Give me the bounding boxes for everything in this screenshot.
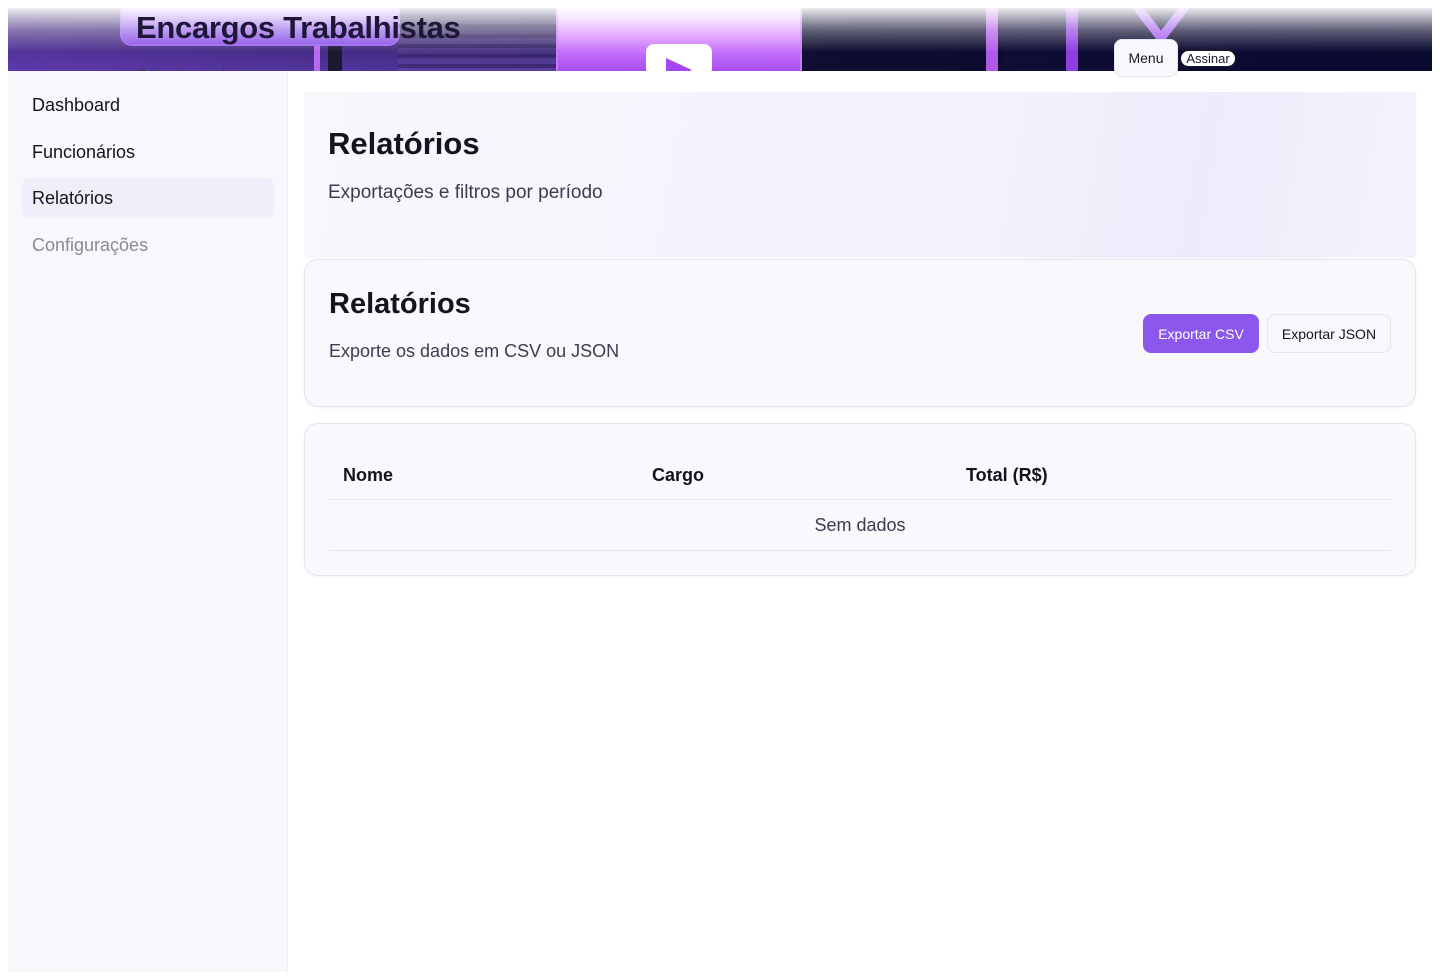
page-header: Relatórios Exportações e filtros por per… bbox=[304, 92, 1416, 258]
export-card: Relatórios Exporte os dados em CSV ou JS… bbox=[304, 259, 1416, 407]
column-header-cargo[interactable]: Cargo bbox=[652, 465, 704, 486]
export-json-button[interactable]: Exportar JSON bbox=[1267, 314, 1391, 353]
app-title: Encargos Trabalhistas bbox=[136, 10, 461, 45]
sidebar-item-funcionarios[interactable]: Funcionários bbox=[22, 132, 274, 172]
report-table-card: Nome Cargo Total (R$) Sem dados bbox=[304, 423, 1416, 576]
sidebar-item-configuracoes: Configurações bbox=[32, 234, 149, 255]
export-card-title: Relatórios bbox=[329, 288, 471, 320]
sidebar-item-relatorios[interactable]: Relatórios bbox=[22, 178, 274, 218]
sign-button[interactable]: Assinar bbox=[1180, 50, 1236, 67]
sidebar: Dashboard Funcionários Relatórios Config… bbox=[8, 71, 288, 972]
sidebar-item-dashboard[interactable]: Dashboard bbox=[22, 85, 274, 125]
export-card-description: Exporte os dados em CSV ou JSON bbox=[329, 341, 620, 361]
page-title: Relatórios bbox=[328, 126, 480, 161]
export-csv-button[interactable]: Exportar CSV bbox=[1143, 314, 1259, 353]
column-header-nome[interactable]: Nome bbox=[343, 465, 393, 486]
table-header: Nome Cargo Total (R$) bbox=[329, 452, 1391, 500]
page-subtitle: Exportações e filtros por período bbox=[328, 182, 603, 203]
table-empty-state: Sem dados bbox=[329, 500, 1391, 551]
column-header-total[interactable]: Total (R$) bbox=[966, 465, 1048, 486]
menu-button[interactable]: Menu bbox=[1114, 39, 1178, 77]
